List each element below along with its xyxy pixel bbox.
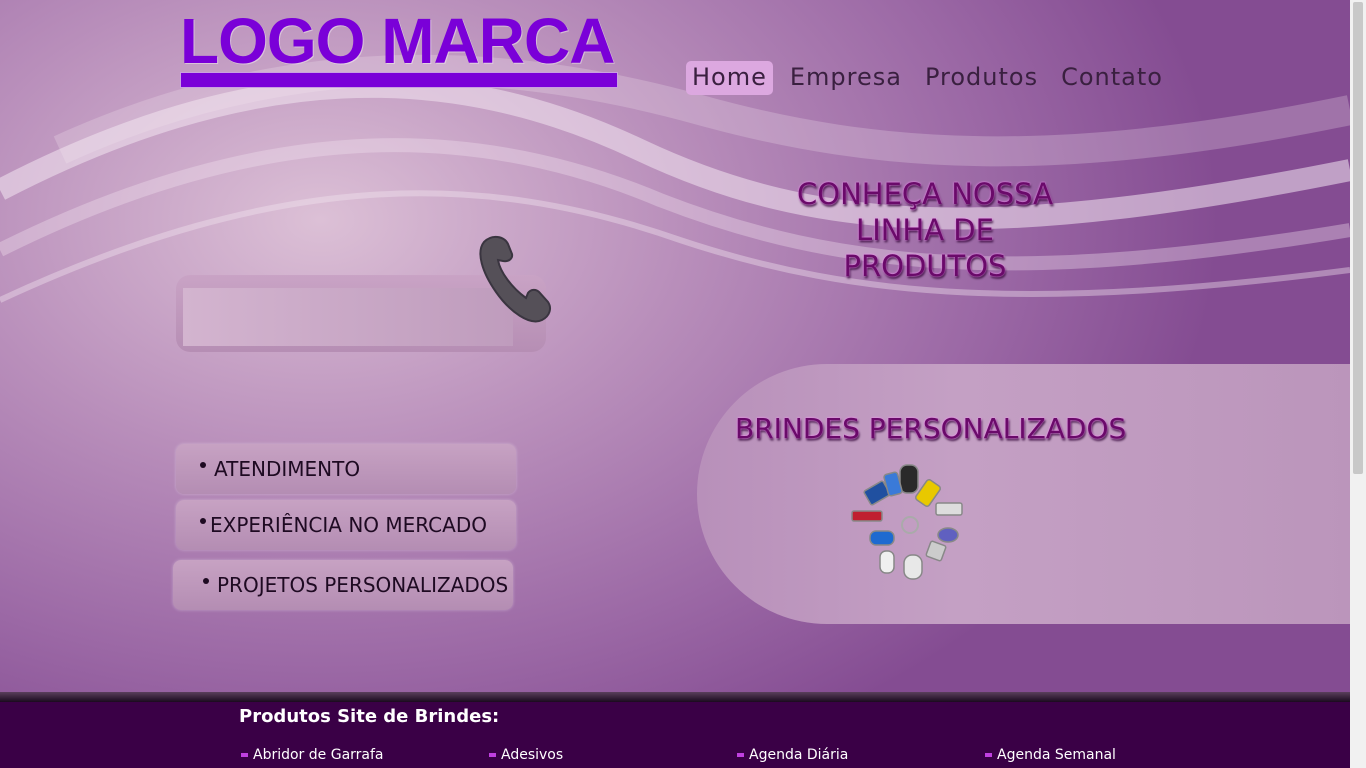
promo-title: BRINDES PERSONALIZADOS [735,412,1127,445]
nav-contato[interactable]: Contato [1055,61,1169,95]
products-headline: CONHEÇA NOSSA LINHA DE PRODUTOS [770,176,1080,284]
footer-link-label: Adesivos [501,747,564,763]
logo-text: LOGO MARCA [180,5,615,77]
bullet-icon [203,577,209,584]
bullet-icon [200,461,206,468]
keychains-image[interactable] [840,455,980,595]
bullet-icon [737,753,744,757]
feature-label: EXPERIÊNCIA NO MERCADO [210,513,487,537]
feature-label: PROJETOS PERSONALIZADOS [217,573,509,597]
footer: Produtos Site de Brindes: Abridor de Gar… [0,702,1350,768]
footer-link-label: Abridor de Garrafa [253,747,384,763]
footer-link[interactable]: Abridor de Garrafa [241,747,489,763]
feature-item: EXPERIÊNCIA NO MERCADO [176,500,516,550]
bullet-icon [200,517,206,524]
promo-panel [697,364,1350,624]
bullet-icon [241,753,248,757]
footer-link[interactable]: Adesivos [489,747,737,763]
headline-line-2: LINHA DE [856,213,994,247]
footer-product-list: Abridor de Garrafa Adesivos Agenda Diári… [241,747,1233,763]
main-nav: Home Empresa Produtos Contato [686,61,1180,95]
phone-icon [479,236,551,323]
feature-item: ATENDIMENTO DIFERENCIADO [176,444,516,531]
logo[interactable]: LOGO MARCA [180,8,622,92]
footer-link-label: Agenda Semanal [997,747,1116,763]
nav-produtos[interactable]: Produtos [919,61,1044,95]
footer-title: Produtos Site de Brindes: [239,706,500,727]
nav-empresa[interactable]: Empresa [784,61,908,95]
footer-link[interactable]: Agenda Semanal [985,747,1233,763]
footer-link-label: Agenda Diária [749,747,849,763]
footer-divider [0,692,1350,702]
headline-line-3: PRODUTOS [843,249,1007,283]
phone-number-field [183,288,513,346]
bullet-icon [985,753,992,757]
vertical-scrollbar[interactable] [1350,0,1366,768]
nav-home[interactable]: Home [686,61,773,95]
footer-link[interactable]: Agenda Diária [737,747,985,763]
feature-item: PROJETOS PERSONALIZADOS [173,560,513,610]
scrollbar-thumb[interactable] [1353,2,1363,474]
bullet-icon [489,753,496,757]
headline-line-1: CONHEÇA NOSSA [797,177,1053,211]
